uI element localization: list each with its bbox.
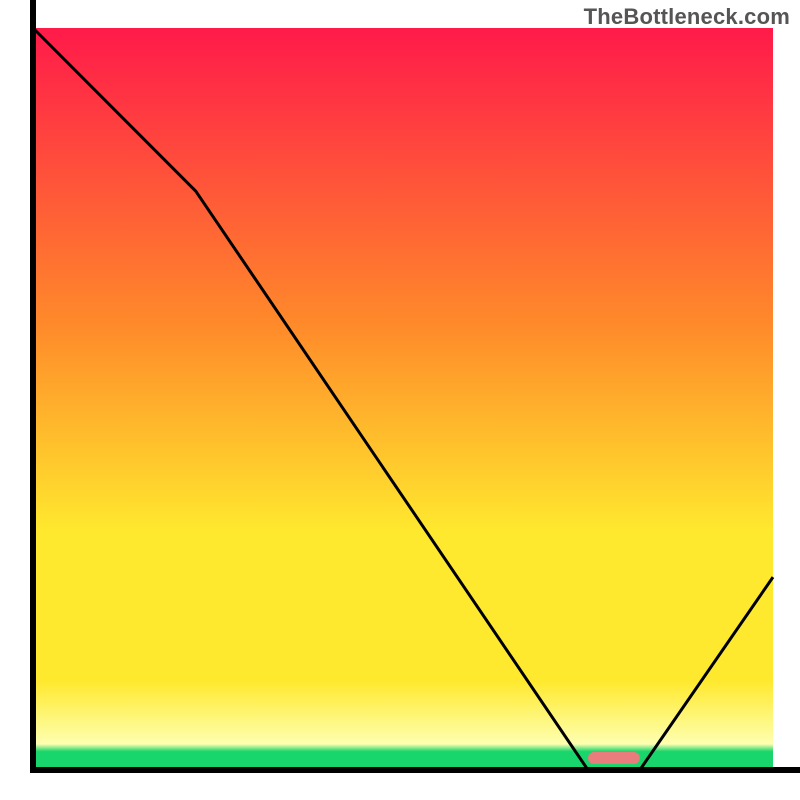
optimal-range-bar (588, 752, 640, 764)
bottleneck-chart (0, 0, 800, 800)
watermark-text: TheBottleneck.com (584, 4, 790, 30)
chart-container: TheBottleneck.com (0, 0, 800, 800)
